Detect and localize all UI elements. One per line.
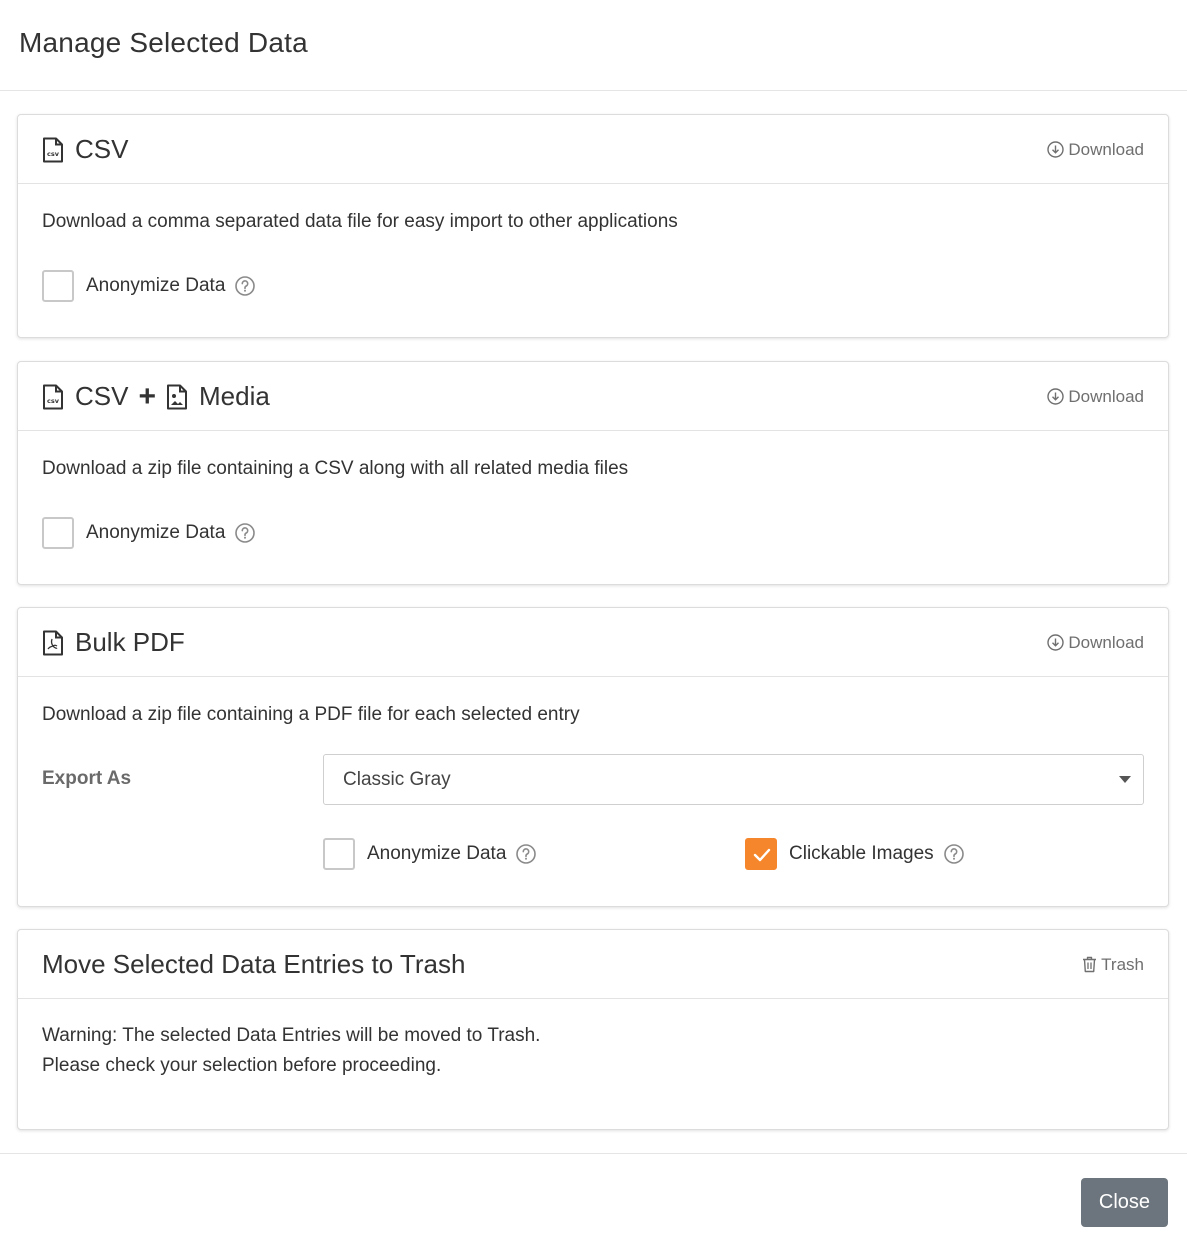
csv-card-header: csv CSV Download [18,115,1168,184]
svg-text:csv: csv [47,397,60,405]
help-icon[interactable] [235,523,256,543]
csv-media-anonymize-label: Anonymize Data [86,522,226,543]
csv-media-download-button[interactable]: Download [1047,362,1144,431]
help-icon[interactable] [516,844,537,864]
trash-card-title: Move Selected Data Entries to Trash [42,949,466,979]
image-file-icon [166,384,188,410]
pdf-file-icon [42,630,64,656]
bulk-pdf-anonymize-checkbox[interactable] [323,838,355,870]
bulk-pdf-description: Download a zip file containing a PDF fil… [42,704,580,725]
csv-card: csv CSV Download Download a comma separa… [17,114,1169,338]
download-circle-icon [1047,388,1065,405]
svg-text:csv: csv [47,150,60,158]
csv-download-button[interactable]: Download [1047,115,1144,184]
bulk-pdf-title-text: Bulk PDF [75,627,185,657]
modal-title: Manage Selected Data [19,27,308,58]
csv-media-title-media: Media [199,381,270,411]
csv-media-anonymize-checkbox[interactable] [42,517,74,549]
csv-media-description: Download a zip file containing a CSV alo… [42,458,629,479]
csv-media-card-title: csv CSV + Media [42,362,270,431]
csv-card-title: csv CSV [42,115,128,184]
modal-header: Manage Selected Data [0,0,1187,91]
bulk-pdf-card: Bulk PDF Download Download a zip file co… [17,607,1169,907]
csv-media-download-label: Download [1068,386,1144,406]
clickable-images-label: Clickable Images [789,843,934,864]
trash-icon [1083,956,1097,973]
trash-label: Trash [1101,954,1144,974]
plus-sign: + [138,379,156,413]
bulk-pdf-card-title: Bulk PDF [42,608,185,677]
csv-file-icon: csv [42,137,64,163]
csv-media-title-csv: CSV [75,381,129,411]
csv-description: Download a comma separated data file for… [42,211,678,232]
help-icon[interactable] [943,844,964,864]
export-as-label: Export As [42,768,132,789]
bulk-pdf-download-button[interactable]: Download [1047,608,1144,677]
trash-warning-line-1: Warning: The selected Data Entries will … [42,1025,541,1046]
csv-media-card-header: csv CSV + Media Download [18,362,1168,431]
bulk-pdf-card-header: Bulk PDF Download [18,608,1168,677]
trash-button[interactable]: Trash [1082,930,1144,999]
bulk-pdf-download-label: Download [1068,632,1144,652]
csv-media-anonymize-row: Anonymize Data [42,517,256,549]
bulk-pdf-anonymize-label: Anonymize Data [367,843,507,864]
clickable-images-checkbox[interactable] [745,838,777,870]
csv-anonymize-row: Anonymize Data [42,270,256,302]
checkmark-icon [753,848,771,862]
csv-title-text: CSV [75,134,129,164]
csv-download-label: Download [1068,139,1144,159]
csv-anonymize-label: Anonymize Data [86,275,226,296]
trash-card: Move Selected Data Entries to Trash Tras… [17,929,1169,1130]
download-circle-icon [1047,141,1065,158]
export-as-select[interactable]: Classic Gray [323,754,1144,805]
clickable-images-row: Clickable Images [745,838,964,870]
footer-divider [0,1153,1187,1154]
help-icon[interactable] [235,276,256,296]
csv-anonymize-checkbox[interactable] [42,270,74,302]
close-button[interactable]: Close [1081,1178,1168,1227]
csv-file-icon: csv [42,384,64,410]
bulk-pdf-anonymize-row: Anonymize Data [323,838,537,870]
export-as-value: Classic Gray [343,768,451,790]
caret-down-icon [1119,776,1131,783]
download-circle-icon [1047,634,1065,651]
csv-media-card: csv CSV + Media Download Download a zip … [17,361,1169,585]
trash-warning-line-2: Please check your selection before proce… [42,1055,442,1076]
trash-card-header: Move Selected Data Entries to Trash Tras… [18,930,1168,999]
